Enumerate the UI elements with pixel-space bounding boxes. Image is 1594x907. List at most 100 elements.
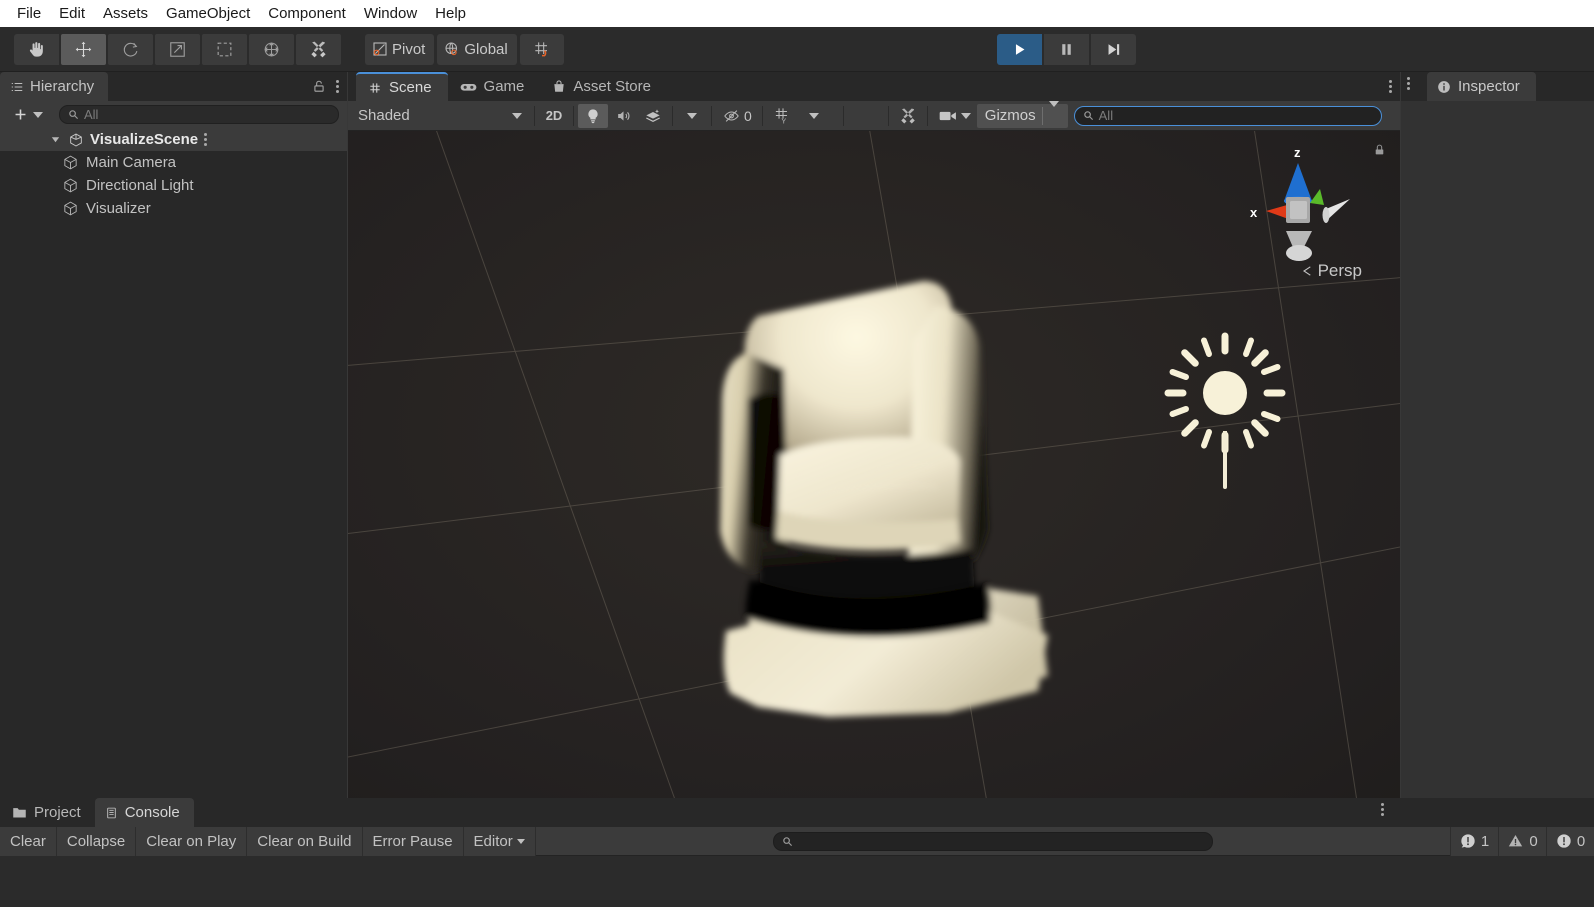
- menu-item-gameobject[interactable]: GameObject: [157, 0, 259, 27]
- clear-on-play-button[interactable]: Clear on Play: [136, 826, 248, 856]
- menu-item-window[interactable]: Window: [355, 0, 426, 27]
- menu-item-edit[interactable]: Edit: [50, 0, 94, 27]
- scale-tool-button[interactable]: [155, 33, 200, 65]
- scene-fx-dropdown[interactable]: [677, 104, 707, 128]
- tab-asset-store[interactable]: Asset Store: [540, 72, 667, 101]
- inspector-menu-icon[interactable]: [1407, 77, 1410, 90]
- gizmo-lock-icon[interactable]: [1373, 143, 1386, 157]
- rect-transform-icon: [215, 40, 234, 59]
- unity-scene-icon: [68, 132, 84, 148]
- scale-icon: [168, 40, 187, 59]
- global-toggle-button[interactable]: Global: [437, 33, 517, 65]
- pivot-toggle-button[interactable]: Pivot: [365, 33, 435, 65]
- error-counter[interactable]: 1: [1450, 826, 1498, 856]
- tab-project[interactable]: Project: [2, 798, 95, 827]
- pause-button[interactable]: [1044, 34, 1089, 65]
- toolbar-separator: [926, 105, 928, 126]
- tab-scene[interactable]: Scene: [356, 72, 448, 101]
- tab-hierarchy[interactable]: Hierarchy: [0, 72, 109, 101]
- globe-icon: [443, 40, 461, 58]
- warning-counter[interactable]: 0: [1498, 826, 1546, 856]
- editor-dropdown-button[interactable]: Editor: [463, 826, 536, 856]
- error-pause-button[interactable]: Error Pause: [362, 826, 464, 856]
- hierarchy-item-main-camera[interactable]: Main Camera: [0, 151, 347, 174]
- rotate-tool-button[interactable]: [108, 33, 153, 65]
- inspector-panel: Inspector: [1401, 72, 1594, 798]
- chevron-down-icon: [687, 112, 697, 119]
- move-tool-button[interactable]: [61, 33, 106, 65]
- unity-editor-window: File Edit Assets GameObject Component Wi…: [0, 0, 1594, 907]
- tools-wrench-icon: [899, 107, 917, 125]
- hierarchy-icon: [10, 80, 24, 94]
- expand-arrow-icon[interactable]: [50, 134, 61, 145]
- hierarchy-menu-icon[interactable]: [336, 80, 339, 93]
- transform-tool-button[interactable]: [249, 33, 294, 65]
- menu-item-help[interactable]: Help: [426, 0, 475, 27]
- clear-button[interactable]: Clear: [0, 826, 57, 856]
- main-toolbar: Pivot Global: [0, 27, 1594, 72]
- tab-console[interactable]: Console: [94, 798, 194, 827]
- pivot-icon: [371, 40, 389, 58]
- rotate-icon: [121, 40, 140, 59]
- toggle-2d-button[interactable]: 2D: [539, 104, 569, 128]
- draw-mode-dropdown[interactable]: Shaded: [352, 103, 530, 128]
- hierarchy-scene-row[interactable]: VisualizeScene: [0, 128, 347, 151]
- info-counter[interactable]: 0: [1546, 826, 1594, 856]
- scene-search-input[interactable]: All: [1073, 105, 1382, 126]
- step-button[interactable]: [1091, 34, 1136, 65]
- scene-search-placeholder: All: [1098, 108, 1114, 123]
- scene-viewport[interactable]: z x Persp: [348, 131, 1400, 798]
- step-icon: [1105, 41, 1122, 58]
- hierarchy-item-label: Directional Light: [86, 177, 194, 194]
- scene-audio-button[interactable]: [608, 104, 638, 128]
- pause-icon: [1058, 41, 1075, 58]
- hierarchy-item-directional-light[interactable]: Directional Light: [0, 174, 347, 197]
- menu-item-assets[interactable]: Assets: [94, 0, 157, 27]
- toolbar-separator: [534, 105, 535, 126]
- tab-inspector[interactable]: Inspector: [1427, 72, 1536, 101]
- error-icon: [1460, 833, 1476, 849]
- console-search-input[interactable]: [772, 831, 1213, 851]
- hand-tool-button[interactable]: [14, 33, 59, 65]
- menu-item-file[interactable]: File: [8, 0, 50, 27]
- hierarchy-search-row: All: [0, 101, 347, 128]
- clear-on-build-button[interactable]: Clear on Build: [247, 826, 363, 856]
- scene-grid-icon: [368, 81, 382, 95]
- lightbulb-icon: [585, 108, 601, 124]
- play-button[interactable]: [997, 34, 1042, 65]
- custom-editor-tool-button[interactable]: [296, 33, 341, 65]
- console-menu-icon[interactable]: [1381, 803, 1384, 816]
- svg-text:Y: Y: [781, 117, 786, 125]
- tab-game[interactable]: Game: [448, 72, 541, 101]
- console-log-list[interactable]: [0, 856, 1594, 907]
- scene-grid-dropdown[interactable]: [799, 104, 829, 128]
- hierarchy-item-visualizer[interactable]: Visualizer: [0, 197, 347, 220]
- play-icon: [1011, 41, 1028, 58]
- rect-tool-button[interactable]: [202, 33, 247, 65]
- scene-tools-button[interactable]: [893, 104, 923, 128]
- lock-icon[interactable]: [312, 79, 326, 94]
- add-gameobject-button[interactable]: [8, 106, 47, 123]
- collapse-button[interactable]: Collapse: [56, 826, 137, 856]
- chevron-down-icon: [960, 112, 971, 119]
- scene-lighting-button[interactable]: [578, 103, 608, 128]
- gizmos-dropdown[interactable]: Gizmos: [976, 101, 1068, 128]
- grid-snapping-button[interactable]: [519, 33, 564, 65]
- transform-tools-group: [14, 33, 343, 65]
- scene-row-menu-icon[interactable]: [204, 133, 208, 146]
- pivot-global-group: Pivot Global: [365, 33, 564, 65]
- menu-item-component[interactable]: Component: [259, 0, 355, 27]
- scene-camera-button[interactable]: [932, 104, 977, 128]
- projection-mode-toggle[interactable]: Persp: [1300, 261, 1362, 281]
- hierarchy-search-input[interactable]: All: [59, 105, 339, 124]
- search-icon: [1083, 110, 1094, 121]
- scene-grid-button[interactable]: Y: [767, 104, 799, 128]
- scene-visibility-button[interactable]: 0: [716, 104, 758, 128]
- hierarchy-item-label: Main Camera: [86, 154, 177, 171]
- bottom-panel: Project Console Clear Collapse Clear on …: [0, 798, 1594, 907]
- toolbar-separator: [761, 105, 763, 126]
- scene-menu-icon[interactable]: [1389, 80, 1392, 93]
- chevron-down-icon: [512, 112, 522, 119]
- scene-fx-button[interactable]: [638, 104, 668, 128]
- projection-label: Persp: [1317, 261, 1362, 280]
